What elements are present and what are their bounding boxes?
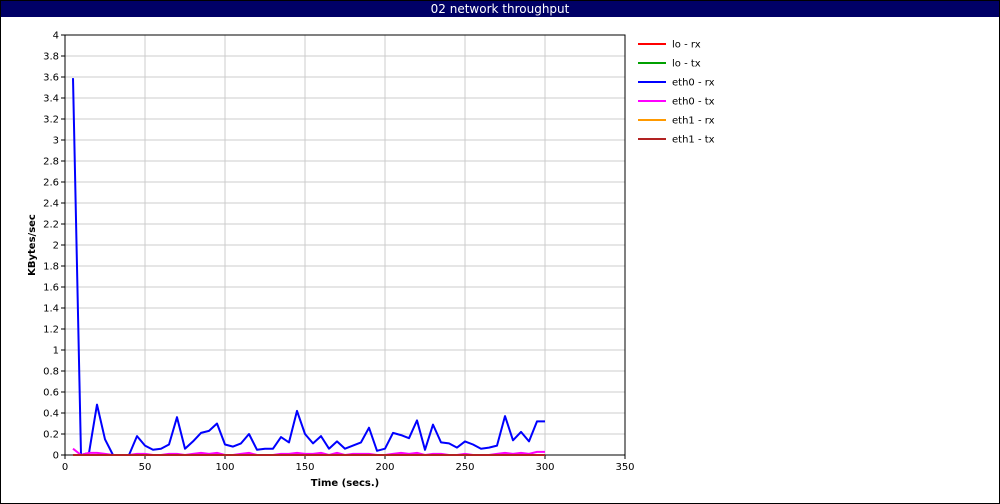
- legend-label: lo - tx: [672, 59, 701, 70]
- y-axis-label: KBytes/sec: [27, 214, 38, 276]
- legend-item: eth0 - rx: [638, 78, 715, 89]
- y-axis-ticks: 0 0.2 0.4 0.6 0.8 1 1.2 1.4 1.6 1.8 2 2.2 2.4 2.6 2.8 3…: [43, 31, 65, 462]
- x-tick-label: 0: [62, 462, 68, 473]
- x-tick-label: 250: [455, 462, 474, 473]
- grid: [64, 34, 626, 456]
- series-line-2: [72, 78, 545, 456]
- y-tick-label: 1.8: [43, 262, 59, 273]
- legend-item: lo - rx: [638, 40, 701, 51]
- y-tick-label: 3: [53, 136, 59, 147]
- y-tick-label: 0.4: [43, 409, 59, 420]
- y-tick-label: 2.2: [43, 220, 59, 231]
- y-tick-label: 0.8: [43, 367, 59, 378]
- legend-label: eth1 - rx: [672, 116, 715, 127]
- y-tick-label: 1: [53, 346, 59, 357]
- legend-item: lo - tx: [638, 59, 701, 70]
- x-tick-label: 300: [535, 462, 554, 473]
- legend-label: eth0 - rx: [672, 78, 715, 89]
- legend-label: lo - rx: [672, 40, 701, 51]
- y-tick-label: 3.2: [43, 115, 59, 126]
- y-tick-label: 2.6: [43, 178, 59, 189]
- y-tick-label: 2.8: [43, 157, 59, 168]
- y-tick-label: 0.2: [43, 430, 59, 441]
- legend-item: eth1 - tx: [638, 135, 715, 146]
- y-tick-label: 0.6: [43, 388, 59, 399]
- y-tick-label: 2: [53, 241, 59, 252]
- series-lines: [72, 78, 545, 456]
- chart-canvas: 0 50 100 150 200 250 300 350 0 0.2 0.4 0.6 0.8 1 1.2 1…: [27, 31, 715, 490]
- y-tick-label: 0: [53, 451, 59, 462]
- y-tick-label: 2.4: [43, 199, 59, 210]
- x-axis-ticks: 0 50 100 150 200 250 300 350: [62, 455, 635, 473]
- legend-item: eth0 - tx: [638, 97, 715, 108]
- y-tick-label: 1.2: [43, 325, 59, 336]
- x-tick-label: 50: [139, 462, 152, 473]
- legend-label: eth1 - tx: [672, 135, 715, 146]
- y-tick-label: 4: [53, 31, 59, 42]
- y-tick-label: 1.6: [43, 283, 59, 294]
- x-tick-label: 100: [215, 462, 234, 473]
- legend-item: eth1 - rx: [638, 116, 715, 127]
- x-tick-label: 200: [375, 462, 394, 473]
- y-tick-label: 3.4: [43, 94, 59, 105]
- legend-label: eth0 - tx: [672, 97, 715, 108]
- y-tick-label: 1.4: [43, 304, 59, 315]
- y-tick-label: 3.6: [43, 73, 59, 84]
- x-tick-label: 350: [615, 462, 634, 473]
- y-tick-label: 3.8: [43, 52, 59, 63]
- x-tick-label: 150: [295, 462, 314, 473]
- legend: lo - rx lo - tx eth0 - rx eth0 - tx eth1 - r…: [638, 40, 715, 146]
- x-axis-label: Time (secs.): [311, 478, 380, 489]
